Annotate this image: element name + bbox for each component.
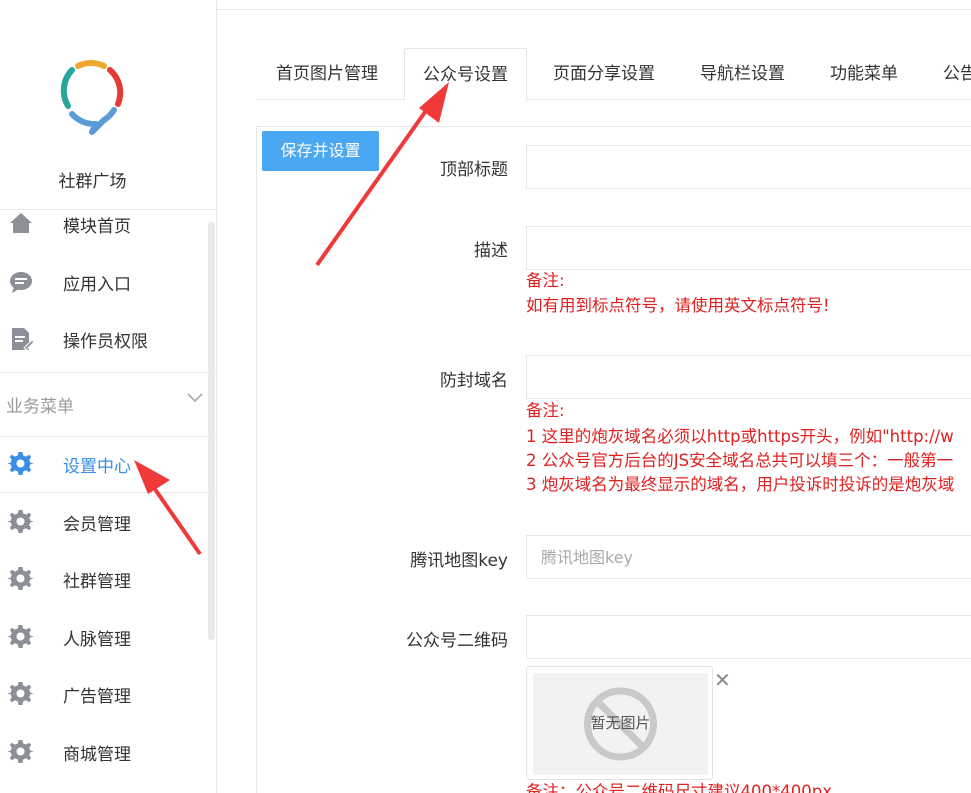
top-title-input[interactable] [526,145,971,189]
logo-area: 社群广场 [0,0,217,210]
description-note-title: 备注: [526,271,565,290]
sidebar-item-member-management[interactable]: 会员管理 [0,494,208,550]
gear-icon [8,739,34,764]
sidebar-item-label: 商城管理 [63,744,131,765]
description-label: 描述 [474,241,508,261]
logo-icon [60,60,124,135]
sidebar-item-label: 模块首页 [63,216,131,237]
tab-home-images[interactable]: 首页图片管理 [276,48,378,100]
map-key-label: 腾讯地图key [410,551,508,571]
sidebar-item-label: 设置中心 [63,456,131,477]
gear-icon [8,566,34,591]
header-divider [217,9,971,10]
tab-page-share-settings[interactable]: 页面分享设置 [553,48,655,100]
divider [0,492,217,493]
qrcode-note: 备注：公众号二维码尺寸建议400*400px [526,782,832,793]
tab-bar: 首页图片管理 公众号设置 页面分享设置 导航栏设置 功能菜单 公告 [256,48,971,101]
chevron-down-icon[interactable] [186,390,204,404]
save-and-apply-button[interactable]: 保存并设置 [262,131,379,171]
sidebar-scrollbar[interactable] [208,222,215,640]
gear-icon [8,681,34,706]
tab-announcement[interactable]: 公告 [943,48,971,100]
description-note-text: 如有用到标点符号，请使用英文标点符号! [526,296,830,315]
domain-note-line-3: 3 炮灰域名为最终显示的域名，用户投诉时投诉的是炮灰域 [526,475,955,494]
sidebar-item-operator-permissions[interactable]: 操作员权限 [0,311,208,367]
divider [0,372,217,373]
domain-note-line-2: 2 公众号官方后台的JS安全域名总共可以填三个：一般第一 [526,451,954,470]
sidebar-item-ad-management[interactable]: 广告管理 [0,666,208,722]
sidebar-item-app-entry[interactable]: 应用入口 [0,254,208,310]
home-icon [10,213,32,233]
sidebar-item-label: 应用入口 [63,274,131,295]
qrcode-input[interactable] [526,615,971,659]
sidebar-item-label: 社群管理 [63,571,131,592]
site-name: 社群广场 [58,172,127,192]
image-placeholder: 暂无图片 [533,673,708,775]
description-input[interactable] [526,226,971,270]
qrcode-label: 公众号二维码 [406,631,508,651]
close-icon[interactable]: ✕ [714,668,731,692]
gear-icon [8,624,34,649]
sidebar: 社群广场 模块首页 应用入口 操作员权限 业务菜单 设置中心 会员管理 社群管理… [0,0,217,793]
chat-icon [10,272,32,293]
menu-group-title: 业务菜单 [6,397,74,417]
sidebar-item-module-home[interactable]: 模块首页 [0,196,208,252]
sidebar-item-community-management[interactable]: 社群管理 [0,551,208,607]
domain-input[interactable] [526,355,971,399]
domain-note-title: 备注: [526,401,565,420]
tab-function-menu[interactable]: 功能菜单 [830,48,898,100]
document-edit-icon [12,328,34,351]
sidebar-item-settings-center[interactable]: 设置中心 [0,436,208,492]
sidebar-item-network-management[interactable]: 人脉管理 [0,609,208,665]
top-title-label: 顶部标题 [440,160,508,180]
gear-icon [8,451,34,476]
tab-navbar-settings[interactable]: 导航栏设置 [700,48,785,100]
gear-icon [8,509,34,534]
sidebar-item-label: 会员管理 [63,514,131,535]
domain-note-line-1: 1 这里的炮灰域名必须以http或https开头，例如"http://w [526,427,954,446]
sidebar-item-label: 广告管理 [63,686,131,707]
sidebar-item-label: 操作员权限 [63,331,148,352]
sidebar-item-label: 人脉管理 [63,629,131,650]
no-image-text: 暂无图片 [590,714,651,732]
qrcode-image-preview[interactable]: 暂无图片 [526,666,713,780]
domain-label: 防封域名 [440,371,508,391]
tab-official-account-settings[interactable]: 公众号设置 [404,48,527,101]
sidebar-item-mall-management[interactable]: 商城管理 [0,724,208,780]
map-key-input[interactable] [526,535,971,579]
